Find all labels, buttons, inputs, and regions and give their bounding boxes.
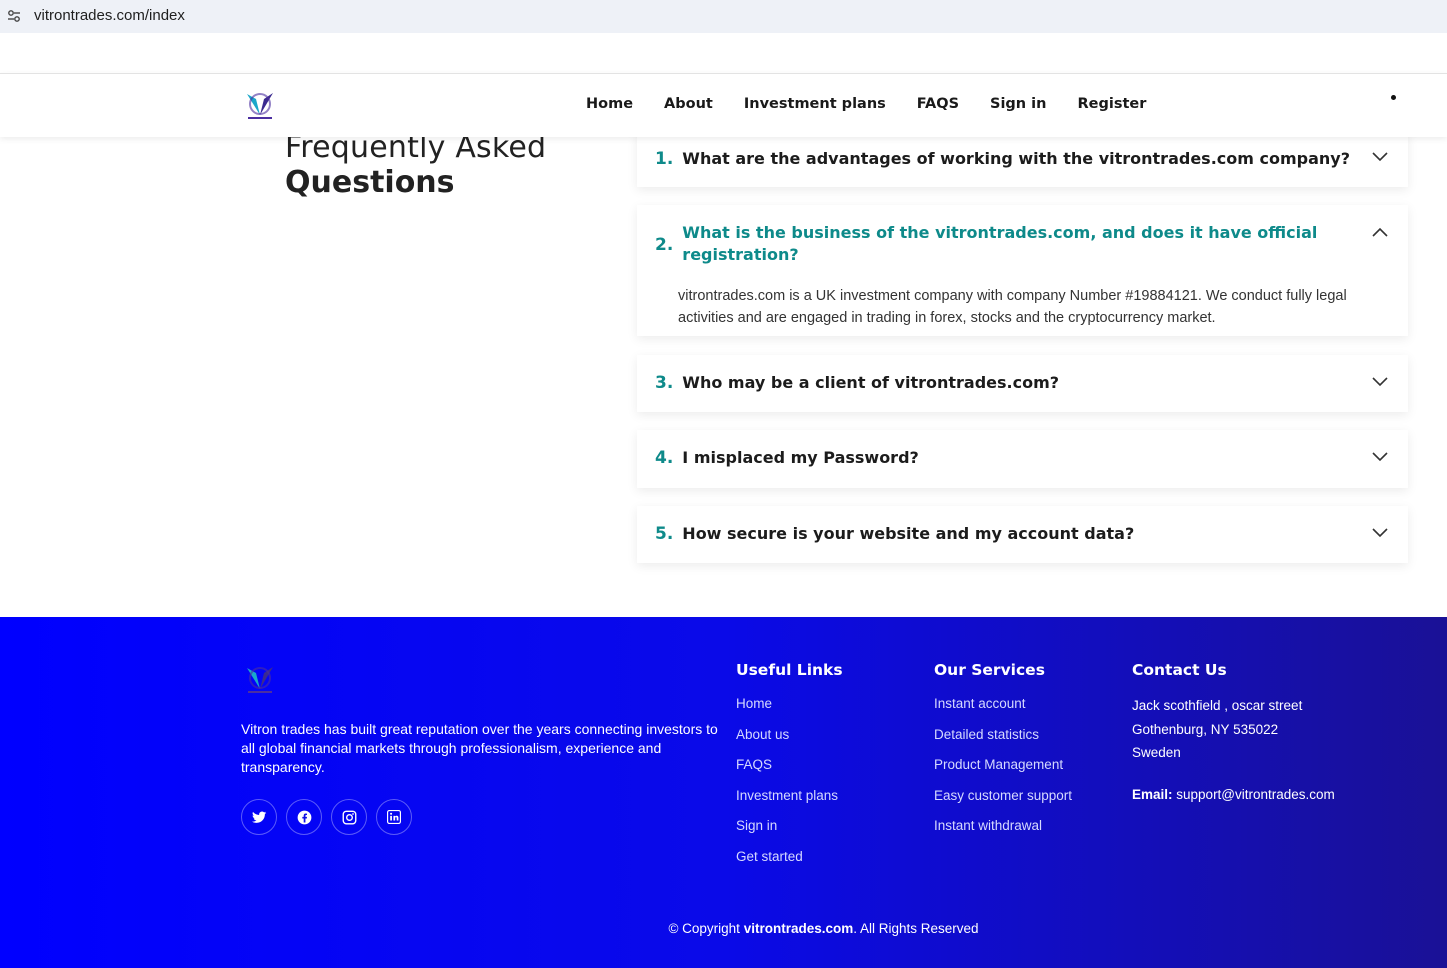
chevron-up-icon[interactable]: [1372, 227, 1388, 237]
faq-number: 5.: [655, 524, 674, 544]
social-links: [241, 799, 412, 835]
faq-item-2[interactable]: 2. What is the business of the vitrontra…: [637, 205, 1408, 336]
email-label: Email:: [1132, 786, 1173, 802]
service-product-management[interactable]: Product Management: [934, 755, 1072, 775]
twitter-link[interactable]: [241, 799, 277, 835]
chevron-down-icon[interactable]: [1372, 452, 1388, 462]
browser-address-bar: vitrontrades.com/index: [0, 0, 1447, 33]
instagram-icon: [342, 810, 356, 824]
footer-about-text: Vitron trades has built great reputation…: [241, 721, 718, 775]
faq-item-1[interactable]: 1. What are the advantages of working wi…: [637, 130, 1408, 187]
faq-question-text: I misplaced my Password?: [682, 448, 919, 467]
twitter-icon: [251, 811, 266, 823]
faq-number: 4.: [655, 448, 674, 468]
menu-dot: [1391, 95, 1396, 100]
nav-about[interactable]: About: [664, 96, 713, 112]
url-text[interactable]: vitrontrades.com/index: [34, 7, 185, 24]
faq-title-bold: Questions: [285, 165, 455, 200]
chevron-down-icon[interactable]: [1372, 152, 1388, 162]
site-settings-icon[interactable]: [7, 9, 21, 23]
faq-question[interactable]: 4. I misplaced my Password?: [655, 447, 919, 469]
service-instant-withdrawal[interactable]: Instant withdrawal: [934, 816, 1072, 836]
contact-email: Email: support@vitrontrades.com: [1132, 787, 1335, 802]
linkedin-icon: [387, 810, 401, 824]
nav-investment-plans[interactable]: Investment plans: [744, 96, 886, 112]
facebook-link[interactable]: [286, 799, 322, 835]
contact-address-line: Jack scothfield , oscar street: [1132, 698, 1303, 713]
nav-faqs[interactable]: FAQS: [917, 96, 959, 112]
footer-link-sign-in[interactable]: Sign in: [736, 816, 843, 836]
footer-link-home[interactable]: Home: [736, 694, 843, 714]
service-customer-support[interactable]: Easy customer support: [934, 786, 1072, 806]
nav-home[interactable]: Home: [586, 96, 633, 112]
nav-sign-in[interactable]: Sign in: [990, 96, 1046, 112]
faq-answer: vitrontrades.com is a UK investment comp…: [678, 288, 1347, 326]
contact-column: Contact Us Jack scothfield , oscar stree…: [1132, 661, 1335, 802]
faq-question-text: What is the business of the vitrontrades…: [682, 223, 1318, 264]
footer-link-investment-plans[interactable]: Investment plans: [736, 786, 843, 806]
nav-register[interactable]: Register: [1077, 96, 1146, 112]
services-column: Our Services Instant account Detailed st…: [934, 661, 1072, 847]
faq-question[interactable]: 2. What is the business of the vitrontra…: [655, 222, 1335, 266]
footer-logo-icon[interactable]: [244, 663, 276, 695]
faq-question-text: What are the advantages of working with …: [682, 149, 1350, 168]
site-navbar: Home About Investment plans FAQS Sign in…: [0, 73, 1447, 137]
useful-links-title: Useful Links: [736, 661, 843, 679]
chevron-down-icon[interactable]: [1372, 528, 1388, 538]
footer-link-faqs[interactable]: FAQS: [736, 755, 843, 775]
copyright-suffix: . All Rights Reserved: [853, 921, 979, 936]
contact-address-line: Gothenburg, NY 535022: [1132, 721, 1279, 737]
faq-item-5[interactable]: 5. How secure is your website and my acc…: [637, 506, 1408, 563]
chevron-down-icon[interactable]: [1372, 377, 1388, 387]
footer-link-get-started[interactable]: Get started: [736, 847, 843, 867]
faq-question[interactable]: 5. How secure is your website and my acc…: [655, 523, 1134, 545]
instagram-link[interactable]: [331, 799, 367, 835]
faq-number: 2.: [655, 235, 674, 255]
faq-number: 3.: [655, 373, 674, 393]
faq-question-text: How secure is your website and my accoun…: [682, 524, 1135, 543]
faq-item-3[interactable]: 3. Who may be a client of vitrontrades.c…: [637, 355, 1408, 412]
email-link[interactable]: support@vitrontrades.com: [1176, 787, 1335, 802]
faq-number: 1.: [655, 149, 674, 169]
faq-question[interactable]: 3. Who may be a client of vitrontrades.c…: [655, 372, 1059, 394]
copyright-prefix: © Copyright: [668, 921, 740, 936]
service-detailed-statistics[interactable]: Detailed statistics: [934, 725, 1072, 745]
faq-question-text: Who may be a client of vitrontrades.com?: [682, 373, 1060, 392]
site-footer: Vitron trades has built great reputation…: [0, 617, 1447, 968]
contact-title: Contact Us: [1132, 661, 1227, 679]
main-nav: Home About Investment plans FAQS Sign in…: [586, 96, 1177, 112]
copyright-site[interactable]: vitrontrades.com: [744, 921, 854, 936]
logo-icon[interactable]: [244, 89, 276, 121]
useful-links-column: Useful Links Home About us FAQS Investme…: [736, 661, 843, 877]
faq-question[interactable]: 1. What are the advantages of working wi…: [655, 148, 1350, 170]
contact-address-line: Sweden: [1132, 745, 1181, 760]
facebook-icon: [297, 810, 311, 824]
footer-link-about[interactable]: About us: [736, 725, 843, 745]
services-title: Our Services: [934, 661, 1045, 679]
copyright: © Copyright vitrontrades.com. All Rights…: [0, 921, 1447, 936]
linkedin-link[interactable]: [376, 799, 412, 835]
service-instant-account[interactable]: Instant account: [934, 694, 1072, 714]
faq-item-4[interactable]: 4. I misplaced my Password?: [637, 430, 1408, 488]
faq-heading: Frequently Asked Questions: [285, 130, 546, 200]
